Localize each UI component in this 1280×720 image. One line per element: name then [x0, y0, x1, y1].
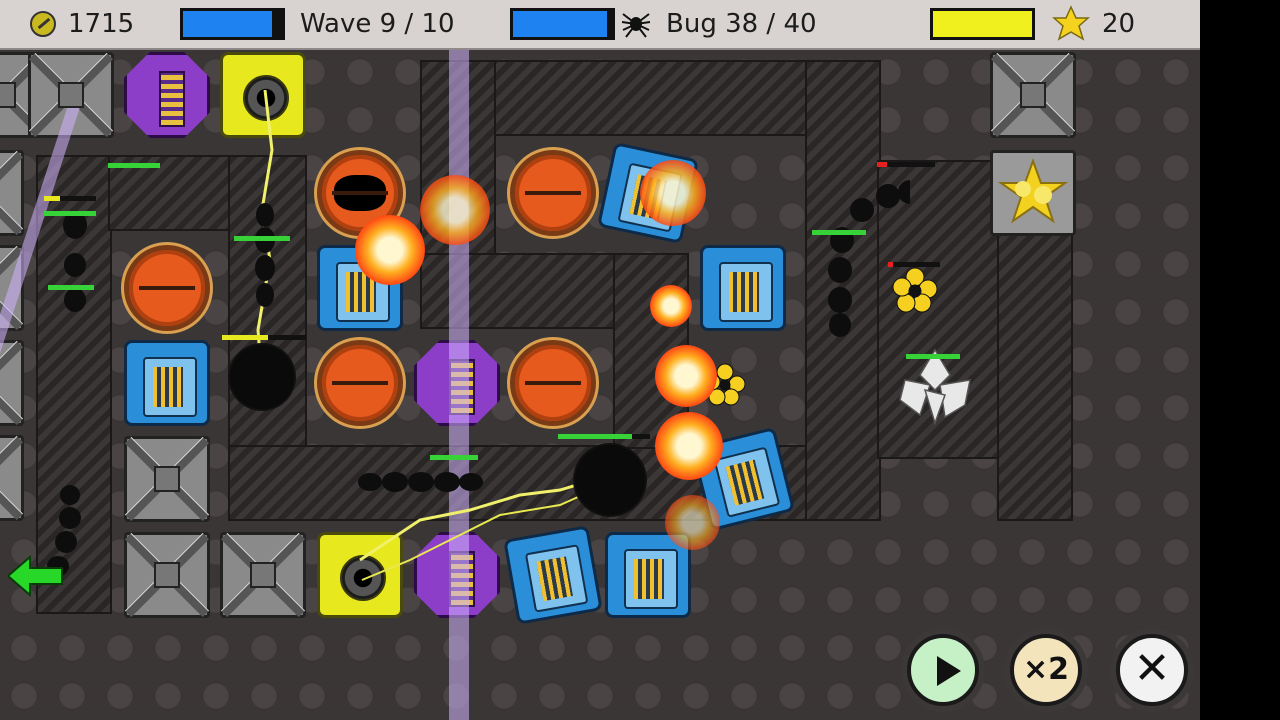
explosion-effect: [355, 215, 425, 285]
coin-count: 1715: [68, 9, 135, 39]
explosion-effect: [650, 285, 692, 327]
top-hud: 1715 Wave 9 / 10 Bug 38 / 40 20: [0, 0, 1200, 50]
centipede-bug: [828, 180, 910, 337]
bug-progress-bar: [510, 8, 615, 40]
coin-icon: [30, 11, 56, 37]
bug-health-bar: [44, 211, 96, 216]
bug-health-bar: [812, 230, 866, 235]
speed-x2-button[interactable]: ×2: [1010, 634, 1082, 706]
explosion-effect: [640, 160, 706, 226]
star-progress-bar: [930, 8, 1035, 40]
exit-arrow-icon: [8, 555, 63, 597]
black-ant-bug: [575, 445, 645, 515]
bug-health-bar: [222, 335, 306, 340]
bug-health-bar: [877, 162, 935, 167]
game-board[interactable]: [0, 0, 1200, 720]
bug-health-bar: [888, 262, 940, 267]
explosion-effect: [420, 175, 490, 245]
tesla-lightning: [256, 89, 606, 581]
play-button[interactable]: [907, 634, 979, 706]
wave-progress-fill: [183, 11, 273, 37]
explosion-effect: [665, 495, 720, 550]
wave-counter: Wave 9 / 10: [300, 9, 455, 39]
bug-health-bar: [234, 236, 290, 241]
star-count: 20: [1102, 9, 1136, 39]
bug-progress-fill: [513, 11, 608, 37]
bug-health-bar: [48, 285, 94, 290]
explosion-effect: [655, 412, 723, 480]
bug-health-bar: [108, 163, 160, 168]
yellow-flower-bug: [892, 267, 938, 313]
explosion-effect: [655, 345, 717, 407]
bug-health-bar: [558, 434, 650, 439]
bug-health-bar: [430, 455, 478, 460]
close-button[interactable]: ✕: [1116, 634, 1188, 706]
star-icon: [1052, 5, 1090, 41]
spider-icon: [621, 13, 651, 38]
black-ant-bug: [230, 345, 294, 409]
bug-health-bar: [906, 354, 960, 359]
centipede-bug: [358, 472, 483, 492]
bug-health-bar: [44, 196, 96, 201]
wave-progress-bar: [180, 8, 285, 40]
centipede-bug: [255, 203, 275, 307]
bug-counter: Bug 38 / 40: [666, 9, 817, 39]
screen-edge-strip: [1200, 0, 1280, 720]
star-progress-fill: [933, 11, 1032, 37]
